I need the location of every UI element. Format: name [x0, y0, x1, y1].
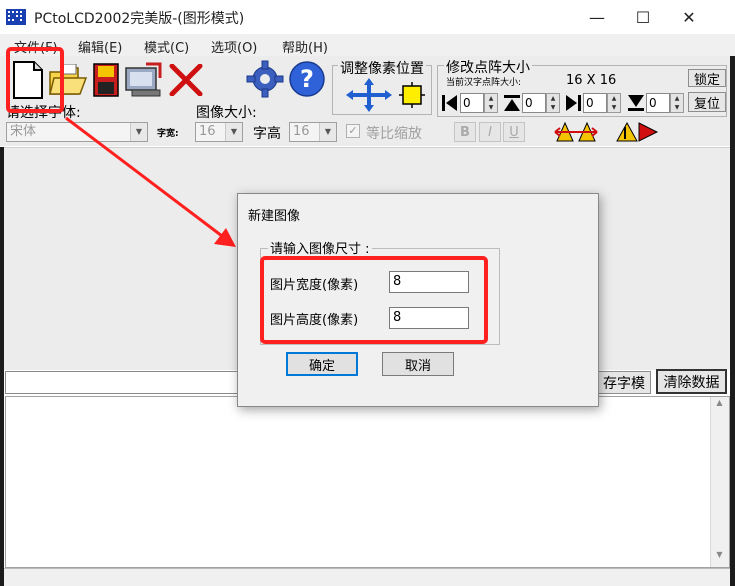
image-size-group-label: 请输入图像尺寸 :	[268, 238, 372, 257]
dialog-title: 新建图像	[248, 209, 301, 224]
ok-button[interactable]: 确定	[286, 352, 358, 376]
cancel-button[interactable]: 取消	[382, 352, 454, 376]
new-image-dialog: 新建图像 请输入图像尺寸 : 图片宽度(像素) 8 图片高度(像素) 8 确定 …	[237, 193, 599, 407]
highlight-size-fields	[260, 256, 488, 344]
